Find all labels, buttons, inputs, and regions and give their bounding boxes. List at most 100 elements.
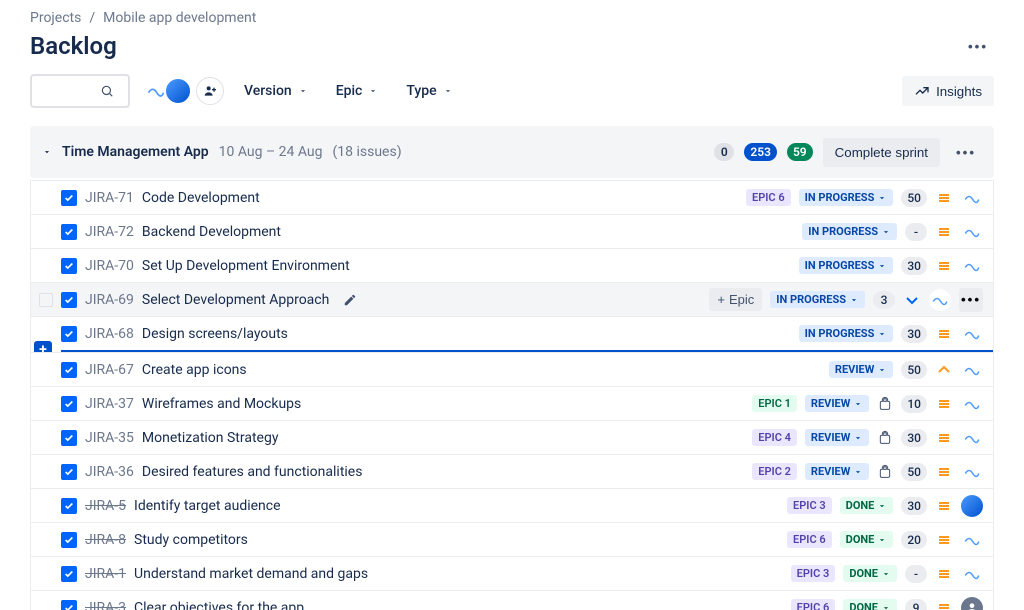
status-badge[interactable]: IN PROGRESS xyxy=(799,189,894,206)
epic-badge[interactable]: EPIC 1 xyxy=(752,395,797,412)
issue-row[interactable]: JIRA-36 Desired features and functionalit… xyxy=(31,454,993,488)
epic-filter[interactable]: Epic xyxy=(328,77,387,105)
status-badge[interactable]: REVIEW xyxy=(829,361,893,378)
add-epic-button[interactable]: +Epic xyxy=(709,288,762,311)
status-badge[interactable]: IN PROGRESS xyxy=(799,257,894,274)
epic-badge[interactable]: EPIC 4 xyxy=(752,429,797,446)
assignee-avatar[interactable] xyxy=(961,323,983,345)
type-filter[interactable]: Type xyxy=(398,77,460,105)
status-badge[interactable]: DONE xyxy=(843,599,897,610)
sprint-more-button[interactable]: ••• xyxy=(950,136,982,168)
estimate-badge: 50 xyxy=(901,463,927,481)
status-badge[interactable]: DONE xyxy=(843,565,897,582)
breadcrumb-root[interactable]: Projects xyxy=(30,10,81,26)
issue-summary[interactable]: Set Up Development Environment xyxy=(142,258,350,274)
issue-row[interactable]: JIRA-37 Wireframes and Mockups EPIC 1 REVIE… xyxy=(31,386,993,420)
issue-row[interactable]: JIRA-69 Select Development Approach +Epic I… xyxy=(31,282,993,316)
search-box[interactable] xyxy=(30,74,130,108)
issue-key[interactable]: JIRA-72 xyxy=(85,224,134,240)
issue-row[interactable]: JIRA-8Study competitorsEPIC 6DONE 20 xyxy=(31,522,993,556)
estimate-badge: 30 xyxy=(901,497,927,515)
issue-summary[interactable]: Clear objectives for the app xyxy=(134,600,304,610)
assignee-avatar[interactable] xyxy=(961,597,983,610)
page-more-button[interactable]: ••• xyxy=(962,30,994,62)
assignee-avatar[interactable] xyxy=(961,393,983,415)
link-icon[interactable] xyxy=(877,396,893,412)
issue-key[interactable]: JIRA-3 xyxy=(85,600,126,610)
issue-summary[interactable]: Identify target audience xyxy=(134,498,281,514)
status-badge[interactable]: DONE xyxy=(840,497,894,514)
edit-icon[interactable] xyxy=(343,293,357,307)
issue-row[interactable]: JIRA-68 Design screens/layouts IN PROGRESS… xyxy=(31,316,993,350)
issue-key[interactable]: JIRA-67 xyxy=(85,362,134,378)
issue-key[interactable]: JIRA-68 xyxy=(85,326,134,342)
issue-key[interactable]: JIRA-69 xyxy=(85,292,134,308)
assignee-avatar[interactable] xyxy=(961,187,983,209)
issue-key[interactable]: JIRA-37 xyxy=(85,396,134,412)
issue-type-icon xyxy=(61,326,77,342)
collapse-icon[interactable] xyxy=(42,147,52,157)
issue-summary[interactable]: Select Development Approach xyxy=(142,292,329,308)
assignee-avatar[interactable] xyxy=(961,359,983,381)
issue-summary[interactable]: Backend Development xyxy=(142,224,281,240)
status-badge[interactable]: REVIEW xyxy=(805,429,869,446)
issue-summary[interactable]: Understand market demand and gaps xyxy=(134,566,368,582)
issue-key[interactable]: JIRA-1 xyxy=(85,566,126,582)
issue-key[interactable]: JIRA-36 xyxy=(85,464,134,480)
issue-row[interactable]: JIRA-5 Identify target audience EPIC 3 DONE… xyxy=(31,488,993,522)
assignee-avatar[interactable] xyxy=(929,289,951,311)
link-icon[interactable] xyxy=(877,430,893,446)
row-more-button[interactable]: ••• xyxy=(959,288,983,312)
assignee-avatar[interactable] xyxy=(961,221,983,243)
issue-type-icon xyxy=(61,566,77,582)
issue-summary[interactable]: Create app icons xyxy=(142,362,247,378)
priority-medium-icon xyxy=(936,190,952,206)
issue-summary[interactable]: Wireframes and Mockups xyxy=(142,396,301,412)
version-filter[interactable]: Version xyxy=(236,77,316,105)
assignee-avatar[interactable] xyxy=(961,529,983,551)
assignee-avatar[interactable] xyxy=(961,495,983,517)
assignee-avatar[interactable] xyxy=(961,461,983,483)
complete-sprint-button[interactable]: Complete sprint xyxy=(823,138,940,167)
breadcrumb-project[interactable]: Mobile app development xyxy=(103,10,256,26)
status-badge[interactable]: REVIEW xyxy=(805,463,869,480)
drag-handle[interactable] xyxy=(39,293,53,307)
issue-row[interactable]: JIRA-71 Code Development EPIC 6 IN PROGRESS… xyxy=(31,180,993,214)
epic-badge[interactable]: EPIC 6 xyxy=(791,599,836,610)
search-input[interactable] xyxy=(40,84,100,99)
issue-row[interactable]: JIRA-3 Clear objectives for the app EPIC 6… xyxy=(31,590,993,610)
assignee-avatar[interactable] xyxy=(961,563,983,585)
issue-key[interactable]: JIRA-71 xyxy=(85,190,134,206)
issue-summary[interactable]: Study competitors xyxy=(134,532,248,548)
issue-row[interactable]: JIRA-70 Set Up Development Environment IN … xyxy=(31,248,993,282)
insights-button[interactable]: Insights xyxy=(902,76,994,106)
issue-row[interactable]: JIRA-72Backend DevelopmentIN PROGRESS - xyxy=(31,214,993,248)
issue-summary[interactable]: Desired features and functionalities xyxy=(142,464,363,480)
assignee-avatar[interactable] xyxy=(961,427,983,449)
issue-summary[interactable]: Design screens/layouts xyxy=(142,326,288,342)
status-badge[interactable]: IN PROGRESS xyxy=(799,325,894,342)
issue-key[interactable]: JIRA-8 xyxy=(85,532,126,548)
epic-badge[interactable]: EPIC 3 xyxy=(787,497,832,514)
epic-badge[interactable]: EPIC 6 xyxy=(787,531,832,548)
issue-row[interactable]: JIRA-35 Monetization Strategy EPIC 4 REVIEW… xyxy=(31,420,993,454)
avatar-2[interactable] xyxy=(164,77,192,105)
issue-row[interactable]: JIRA-1 Understand market demand and gaps E… xyxy=(31,556,993,590)
issue-key[interactable]: JIRA-70 xyxy=(85,258,134,274)
issue-key[interactable]: JIRA-35 xyxy=(85,430,134,446)
issue-row[interactable]: JIRA-67Create app iconsREVIEW 50 xyxy=(31,352,993,386)
assignee-avatar[interactable] xyxy=(961,255,983,277)
epic-badge[interactable]: EPIC 3 xyxy=(791,565,836,582)
status-badge[interactable]: REVIEW xyxy=(805,395,869,412)
status-badge[interactable]: IN PROGRESS xyxy=(802,223,897,240)
epic-badge[interactable]: EPIC 6 xyxy=(746,189,791,206)
status-badge[interactable]: DONE xyxy=(840,531,894,548)
priority-low-icon xyxy=(904,292,920,308)
epic-badge[interactable]: EPIC 2 xyxy=(752,463,797,480)
add-people-button[interactable] xyxy=(196,77,224,105)
issue-summary[interactable]: Monetization Strategy xyxy=(142,430,279,446)
status-badge[interactable]: IN PROGRESS xyxy=(770,291,865,308)
issue-summary[interactable]: Code Development xyxy=(142,190,260,206)
issue-key[interactable]: JIRA-5 xyxy=(85,498,126,514)
link-icon[interactable] xyxy=(877,464,893,480)
